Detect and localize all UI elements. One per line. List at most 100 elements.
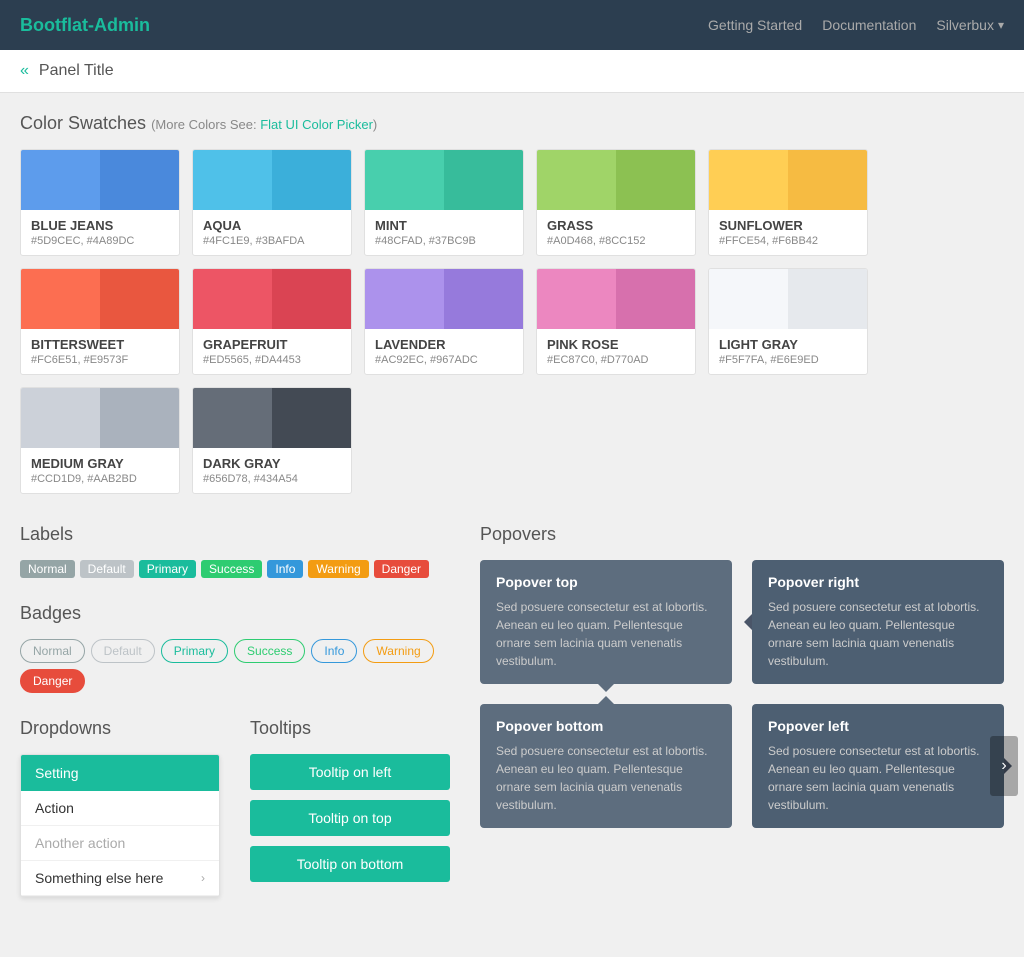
label-warning: Warning (308, 560, 368, 578)
swatch-hex: #A0D468, #8CC152 (547, 235, 685, 247)
label-normal: Normal (20, 560, 75, 578)
popover-left: Popover left Sed posuere consectetur est… (752, 704, 1004, 828)
dropdown-header[interactable]: Setting (21, 755, 219, 791)
swatch-color-1 (193, 269, 272, 329)
popover-top-title: Popover top (496, 574, 716, 590)
popover-left-text: Sed posuere consectetur est at lobortis.… (768, 742, 988, 814)
swatch-color-2 (444, 269, 523, 329)
label-primary: Primary (139, 560, 196, 578)
swatch-color-2 (616, 150, 695, 210)
popover-right: Popover right Sed posuere consectetur es… (752, 560, 1004, 684)
navbar: Bootflat-Admin Getting Started Documenta… (0, 0, 1024, 50)
flat-ui-color-picker-link[interactable]: Flat UI Color Picker (260, 117, 373, 132)
labels-section: Labels Normal Default Primary Success In… (20, 524, 450, 578)
swatch-name: SUNFLOWER (719, 218, 857, 233)
swatch-colors (193, 269, 351, 329)
label-success: Success (201, 560, 262, 578)
popover-top-text: Sed posuere consectetur est at lobortis.… (496, 598, 716, 670)
swatch-color-1 (21, 388, 100, 448)
swatch-hex: #FFCE54, #F6BB42 (719, 235, 857, 247)
swatch-colors (365, 150, 523, 210)
swatch-color-1 (709, 150, 788, 210)
popovers-row-1: Popover top Sed posuere consectetur est … (480, 560, 1004, 684)
swatch-color-2 (100, 388, 179, 448)
swatch-card-grapefruit: GRAPEFRUIT #ED5565, #DA4453 (192, 268, 352, 375)
carousel-next-btn[interactable]: › (990, 736, 1018, 796)
swatch-color-1 (193, 388, 272, 448)
dropdown-item-else[interactable]: Something else here › (21, 861, 219, 896)
nav-documentation[interactable]: Documentation (822, 17, 916, 33)
panel-title: Panel Title (39, 62, 114, 80)
swatch-card-mint: MINT #48CFAD, #37BC9B (364, 149, 524, 256)
swatch-color-2 (272, 150, 351, 210)
swatch-name: DARK GRAY (203, 456, 341, 471)
swatch-colors (365, 269, 523, 329)
swatch-card-medium-gray: MEDIUM GRAY #CCD1D9, #AAB2BD (20, 387, 180, 494)
swatch-color-2 (272, 388, 351, 448)
swatch-color-2 (788, 150, 867, 210)
swatch-color-2 (444, 150, 523, 210)
swatch-hex: #4FC1E9, #3BAFDA (203, 235, 341, 247)
swatch-color-1 (709, 269, 788, 329)
tooltip-bottom-btn[interactable]: Tooltip on bottom (250, 846, 450, 882)
popovers-title: Popovers (480, 524, 1004, 545)
popover-bottom-text: Sed posuere consectetur est at lobortis.… (496, 742, 716, 814)
color-swatches-grid: BLUE JEANS #5D9CEC, #4A89DC AQUA #4FC1E9… (20, 149, 1004, 494)
swatch-name: MINT (375, 218, 513, 233)
badges-title: Badges (20, 603, 450, 624)
badges-section: Badges Normal Default Primary Success In… (20, 603, 450, 693)
tooltip-left-btn[interactable]: Tooltip on left (250, 754, 450, 790)
panel-toggle-icon[interactable]: « (20, 62, 29, 80)
swatch-card-pink-rose: PINK ROSE #EC87C0, #D770AD (536, 268, 696, 375)
swatch-colors (21, 269, 179, 329)
swatch-hex: #48CFAD, #37BC9B (375, 235, 513, 247)
swatch-colors (193, 150, 351, 210)
labels-title: Labels (20, 524, 450, 545)
swatch-color-1 (365, 150, 444, 210)
popover-left-title: Popover left (768, 718, 988, 734)
nav-silverbux-dropdown[interactable]: Silverbux (936, 17, 1004, 33)
swatch-colors (709, 269, 867, 329)
swatch-colors (537, 150, 695, 210)
label-danger: Danger (374, 560, 429, 578)
main-content: Color Swatches (More Colors See: Flat UI… (0, 93, 1024, 957)
popover-top: Popover top Sed posuere consectetur est … (480, 560, 732, 684)
swatch-color-2 (100, 269, 179, 329)
badge-default: Default (91, 639, 155, 663)
dropdown-item-another[interactable]: Another action (21, 826, 219, 861)
swatch-hex: #ED5565, #DA4453 (203, 354, 341, 366)
tooltips-title: Tooltips (250, 718, 450, 739)
swatch-hex: #CCD1D9, #AAB2BD (31, 473, 169, 485)
swatch-color-1 (193, 150, 272, 210)
swatch-name: AQUA (203, 218, 341, 233)
navbar-links: Getting Started Documentation Silverbux (708, 17, 1004, 33)
swatch-color-2 (788, 269, 867, 329)
navbar-brand[interactable]: Bootflat-Admin (20, 15, 150, 36)
swatch-card-grass: GRASS #A0D468, #8CC152 (536, 149, 696, 256)
swatch-card-dark-gray: DARK GRAY #656D78, #434A54 (192, 387, 352, 494)
popover-right-text: Sed posuere consectetur est at lobortis.… (768, 598, 988, 670)
label-default: Default (80, 560, 134, 578)
dropdown-menu: Setting Action Another action Something … (20, 754, 220, 897)
swatch-hex: #FC6E51, #E9573F (31, 354, 169, 366)
labels-badges-section: Labels Normal Default Primary Success In… (20, 524, 1004, 917)
dropdown-item-action[interactable]: Action (21, 791, 219, 826)
swatch-colors (537, 269, 695, 329)
swatch-color-1 (21, 269, 100, 329)
swatch-name: GRAPEFRUIT (203, 337, 341, 352)
swatch-name: GRASS (547, 218, 685, 233)
nav-getting-started[interactable]: Getting Started (708, 17, 802, 33)
swatch-color-2 (100, 150, 179, 210)
swatch-colors (709, 150, 867, 210)
badge-danger: Danger (20, 669, 85, 693)
tooltip-top-btn[interactable]: Tooltip on top (250, 800, 450, 836)
popover-right-title: Popover right (768, 574, 988, 590)
badges-list: Normal Default Primary Success Info Warn… (20, 639, 450, 693)
swatch-hex: #F5F7FA, #E6E9ED (719, 354, 857, 366)
swatch-card-blue-jeans: BLUE JEANS #5D9CEC, #4A89DC (20, 149, 180, 256)
swatch-hex: #AC92EC, #967ADC (375, 354, 513, 366)
swatch-colors (193, 388, 351, 448)
swatch-name: LIGHT GRAY (719, 337, 857, 352)
swatch-name: PINK ROSE (547, 337, 685, 352)
swatch-name: LAVENDER (375, 337, 513, 352)
